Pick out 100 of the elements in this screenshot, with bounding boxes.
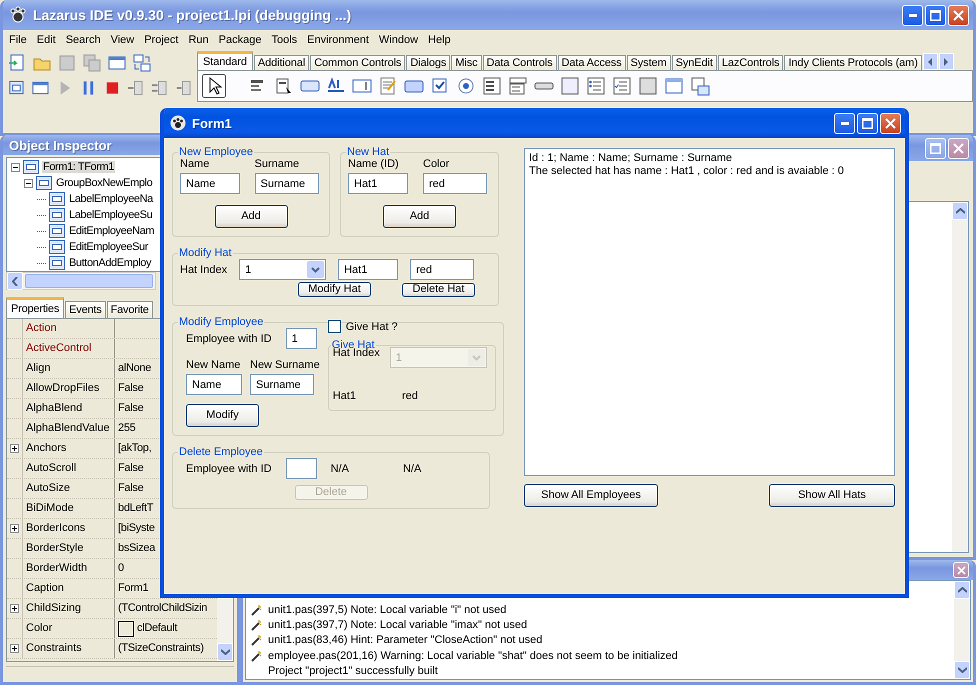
maximize-button[interactable] xyxy=(857,112,878,134)
tree-item[interactable]: Form1: TForm1 xyxy=(42,161,115,173)
palette-tab[interactable]: Standard xyxy=(197,51,253,70)
expand-icon[interactable] xyxy=(10,604,19,613)
property-gutter[interactable] xyxy=(7,639,23,658)
menu-item[interactable]: Help xyxy=(423,34,456,46)
panel-icon[interactable] xyxy=(638,76,658,96)
expand-icon[interactable] xyxy=(10,444,19,453)
scroll-button[interactable] xyxy=(954,581,970,599)
scroll-button[interactable] xyxy=(952,202,968,220)
input-field[interactable] xyxy=(286,458,317,479)
property-gutter[interactable] xyxy=(7,439,23,458)
tree-item[interactable]: EditEmployeeSur xyxy=(68,241,149,253)
menu-item[interactable]: Tools xyxy=(266,34,302,46)
message-line[interactable]: unit1.pas(397,7) Note: Local variable "imax" not used xyxy=(268,618,528,631)
toggle-icon[interactable] xyxy=(132,53,152,73)
combo-box-icon[interactable] xyxy=(508,76,528,96)
pointer-icon[interactable] xyxy=(202,74,226,98)
palette-tab[interactable]: Additional xyxy=(254,55,310,70)
property-value[interactable]: (TSizeConstraints) xyxy=(118,639,204,658)
inspector-tab[interactable]: Properties xyxy=(6,297,64,318)
list-box-icon[interactable] xyxy=(482,76,502,96)
property-value[interactable]: clDefault xyxy=(137,619,178,638)
scroll-button[interactable] xyxy=(217,643,233,661)
input-field[interactable]: Name xyxy=(180,173,240,194)
message-line[interactable]: unit1.pas(397,5) Note: Local variable "i" not used xyxy=(268,604,506,616)
minimize-button[interactable] xyxy=(902,4,923,26)
scroll-button[interactable] xyxy=(7,272,23,290)
inspector-tab[interactable]: Favorite xyxy=(106,301,153,318)
menu-item[interactable]: Package xyxy=(214,34,266,46)
property-value[interactable]: 255 xyxy=(118,419,136,438)
tree-item[interactable]: LabelEmployeeSu xyxy=(68,209,154,221)
property-value[interactable]: False xyxy=(118,459,144,478)
input-field[interactable]: Name xyxy=(186,374,242,395)
memo-icon[interactable] xyxy=(378,76,398,96)
tree-item[interactable]: EditEmployeeNam xyxy=(68,225,156,237)
palette-tab[interactable]: LazControls xyxy=(718,55,784,70)
property-gutter[interactable] xyxy=(7,599,23,618)
palette-tab[interactable]: System xyxy=(626,55,671,70)
property-value[interactable]: (TControlChildSizin xyxy=(118,599,208,618)
check-group-icon[interactable] xyxy=(612,76,632,96)
close-button[interactable] xyxy=(953,562,969,578)
tree-item[interactable]: GroupBoxNewEmplo xyxy=(55,177,154,189)
property-value[interactable]: Form1 xyxy=(118,579,148,598)
collapse-icon[interactable] xyxy=(24,178,33,188)
close-button[interactable] xyxy=(948,138,969,158)
menu-item[interactable]: Search xyxy=(60,34,106,46)
scroll-button[interactable] xyxy=(938,53,954,70)
tree-item[interactable]: LabelEmployeeNa xyxy=(68,193,154,205)
show-hats-button[interactable]: Show All Hats xyxy=(769,484,895,507)
popup-menu-icon[interactable] xyxy=(274,76,294,96)
menu-item[interactable]: Window xyxy=(374,34,424,46)
action-list-icon[interactable] xyxy=(690,76,710,96)
show-employees-button[interactable]: Show All Employees xyxy=(524,484,658,507)
menu-item[interactable]: Edit xyxy=(32,34,61,46)
add-button[interactable]: Add xyxy=(214,205,288,228)
expand-icon[interactable] xyxy=(10,524,19,533)
palette-tab[interactable]: Misc xyxy=(451,55,482,70)
input-field[interactable]: red xyxy=(423,173,487,194)
radio-icon[interactable] xyxy=(456,76,476,96)
collapse-icon[interactable] xyxy=(11,162,20,172)
scroll-button[interactable] xyxy=(922,53,938,70)
input-field[interactable]: Hat1 xyxy=(348,173,408,194)
delete-hat-button[interactable]: Delete Hat xyxy=(402,282,475,296)
scroll-button[interactable] xyxy=(954,661,970,679)
message-line[interactable]: Project "project1" successfully built xyxy=(268,664,438,677)
radio-group-icon[interactable] xyxy=(586,76,606,96)
input-field[interactable]: red xyxy=(410,259,474,280)
add-button[interactable]: Add xyxy=(383,205,456,228)
menu-item[interactable]: Environment xyxy=(302,34,374,46)
horizontal-scrollbar[interactable] xyxy=(6,272,156,290)
message-line[interactable]: unit1.pas(83,46) Hint: Parameter "CloseAction" not used xyxy=(268,634,542,646)
palette-tab[interactable]: Data Access xyxy=(558,55,626,70)
maximize-button[interactable] xyxy=(925,4,946,26)
modify-hat-button[interactable]: Modify Hat xyxy=(298,282,371,297)
property-gutter[interactable] xyxy=(7,519,23,538)
menu-item[interactable]: File xyxy=(4,34,32,46)
property-value[interactable]: [biSyste xyxy=(118,519,155,538)
hat-index-combo[interactable]: 1 xyxy=(239,259,326,280)
property-value[interactable]: bdLeftT xyxy=(118,499,154,518)
menu-item[interactable]: Project xyxy=(139,34,184,46)
expand-icon[interactable] xyxy=(10,644,19,653)
minimize-button[interactable] xyxy=(834,112,855,134)
group-box-icon[interactable] xyxy=(560,76,580,96)
property-value[interactable]: 0 xyxy=(118,559,124,578)
input-field[interactable]: Surname xyxy=(254,173,318,194)
scrollbar-thumb[interactable] xyxy=(25,274,153,288)
tree-item[interactable]: ButtonAddEmploy xyxy=(68,257,152,269)
close-button[interactable] xyxy=(948,4,969,26)
property-value[interactable]: alNone xyxy=(118,359,152,378)
close-button[interactable] xyxy=(880,112,901,134)
checkbox[interactable] xyxy=(328,320,341,333)
modify-button[interactable]: Modify xyxy=(186,404,259,427)
property-value[interactable]: False xyxy=(118,479,144,498)
input-field[interactable]: Hat1 xyxy=(338,259,398,280)
input-field[interactable]: Surname xyxy=(250,374,314,395)
step-icon[interactable] xyxy=(150,78,170,98)
palette-tab[interactable]: Dialogs xyxy=(406,55,450,70)
property-value[interactable]: bsSizea xyxy=(118,539,156,558)
palette-tab[interactable]: Common Controls xyxy=(310,55,406,70)
